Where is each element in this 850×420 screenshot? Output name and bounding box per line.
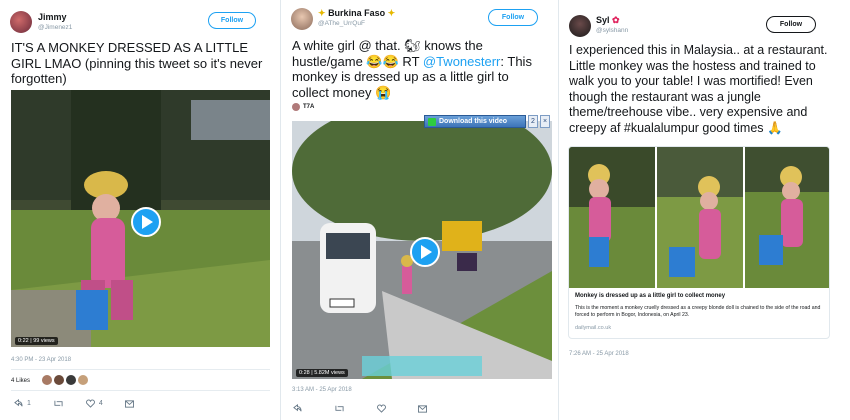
avatar[interactable] — [569, 15, 591, 37]
video-duration: 0:22 — [18, 338, 29, 344]
play-icon[interactable] — [410, 237, 440, 267]
author-name[interactable]: Jimmy — [38, 12, 67, 22]
author-name[interactable]: Syl ✿ — [596, 15, 620, 26]
sparkle-icon: ✦ — [387, 8, 396, 18]
video-views: 99 views — [33, 338, 55, 344]
download-video-button[interactable]: Download this video — [424, 115, 526, 128]
retweet-button[interactable] — [334, 404, 345, 413]
reply-icon — [293, 404, 302, 412]
card-description: This is the moment a monkey cruelly dres… — [575, 305, 821, 318]
tweet-timestamp[interactable]: 3:13 AM - 25 Apr 2018 — [292, 387, 352, 393]
card-domain: dailymail.co.uk — [575, 325, 612, 331]
like-icon — [377, 404, 386, 413]
link-card[interactable]: Monkey is dressed up as a little girl to… — [568, 146, 830, 339]
rose-icon: ✿ — [612, 15, 620, 25]
video-views: 5.82M views — [314, 370, 345, 376]
author-handle[interactable]: @sylshann — [596, 27, 628, 34]
likes-count[interactable]: 4 Likes — [11, 378, 30, 384]
download-label: Download this video — [439, 118, 508, 125]
like-button[interactable] — [377, 404, 386, 413]
avatar[interactable] — [78, 375, 88, 385]
avatar[interactable] — [54, 375, 64, 385]
sub-author-name[interactable]: T7A — [303, 104, 314, 110]
tweet-burkina: ✦ Burkina Faso ✦ @AThe_UrrQuF Follow A w… — [281, 0, 557, 420]
tweet-timestamp[interactable]: 7:26 AM - 25 Apr 2018 — [569, 351, 629, 357]
author-name-text: Syl — [596, 15, 610, 25]
video-duration: 0:28 — [299, 370, 310, 376]
liker-avatars — [42, 375, 88, 385]
like-button[interactable]: 4 — [86, 399, 103, 408]
avatar[interactable] — [66, 375, 76, 385]
tweet-jimmy: Jimmy @Jimenez1 Follow IT'S A MONKEY DRE… — [0, 0, 278, 420]
dm-icon — [418, 404, 427, 413]
download-icon — [428, 118, 436, 126]
tweet-text: IT'S A MONKEY DRESSED AS A LITTLE GIRL L… — [11, 40, 263, 86]
tweet-text: A white girl @ that. 🐿 knows the hustle/… — [292, 38, 542, 100]
dm-button[interactable] — [418, 404, 427, 413]
avatar[interactable] — [42, 375, 52, 385]
close-icon[interactable]: × — [540, 115, 550, 128]
card-image — [569, 147, 829, 288]
retweet-icon — [335, 405, 344, 412]
avatar[interactable] — [291, 8, 313, 30]
card-title: Monkey is dressed up as a little girl to… — [575, 293, 726, 299]
tweet-actions — [293, 404, 427, 413]
author-handle[interactable]: @Jimenez1 — [38, 24, 72, 31]
divider — [11, 369, 270, 370]
reply-button[interactable] — [293, 404, 302, 413]
sub-author: T7A — [292, 103, 314, 111]
tweet-text: I experienced this in Malaysia.. at a re… — [569, 43, 828, 135]
dm-icon — [124, 399, 134, 408]
video-stats: 0:22 | 99 views — [15, 337, 58, 345]
retweet-icon — [54, 400, 63, 407]
mention-link[interactable]: @Twonesterr — [423, 54, 501, 69]
reply-button[interactable]: 1 — [14, 399, 31, 408]
divider — [11, 390, 270, 391]
follow-button[interactable]: Follow — [488, 9, 538, 26]
play-icon[interactable] — [131, 207, 161, 237]
sparkle-icon: ✦ — [318, 8, 326, 18]
tweet-syl: Syl ✿ @sylshann Follow I experienced thi… — [559, 0, 850, 420]
tweet-timestamp[interactable]: 4:30 PM - 23 Apr 2018 — [11, 357, 71, 363]
reply-icon — [14, 399, 23, 407]
follow-button[interactable]: Follow — [208, 12, 256, 29]
author-name-text: Burkina Faso — [328, 8, 386, 18]
avatar[interactable] — [10, 11, 32, 33]
author-handle[interactable]: @AThe_UrrQuF — [318, 20, 365, 27]
like-icon — [86, 399, 95, 408]
tweet-video[interactable]: 0:22 | 99 views — [11, 90, 270, 347]
tweet-actions: 1 4 — [14, 399, 134, 408]
download-count-button[interactable]: 2 — [528, 115, 538, 128]
video-stats: 0:28 | 5.82M views — [296, 369, 348, 377]
dm-button[interactable] — [124, 399, 134, 408]
reply-count: 1 — [27, 400, 31, 407]
tweet-video[interactable]: 0:28 | 5.82M views — [292, 121, 552, 379]
retweet-button[interactable] — [53, 399, 64, 408]
author-name[interactable]: ✦ Burkina Faso ✦ — [318, 8, 395, 19]
like-count: 4 — [98, 400, 103, 407]
avatar[interactable] — [292, 103, 300, 111]
follow-button[interactable]: Follow — [766, 16, 816, 33]
